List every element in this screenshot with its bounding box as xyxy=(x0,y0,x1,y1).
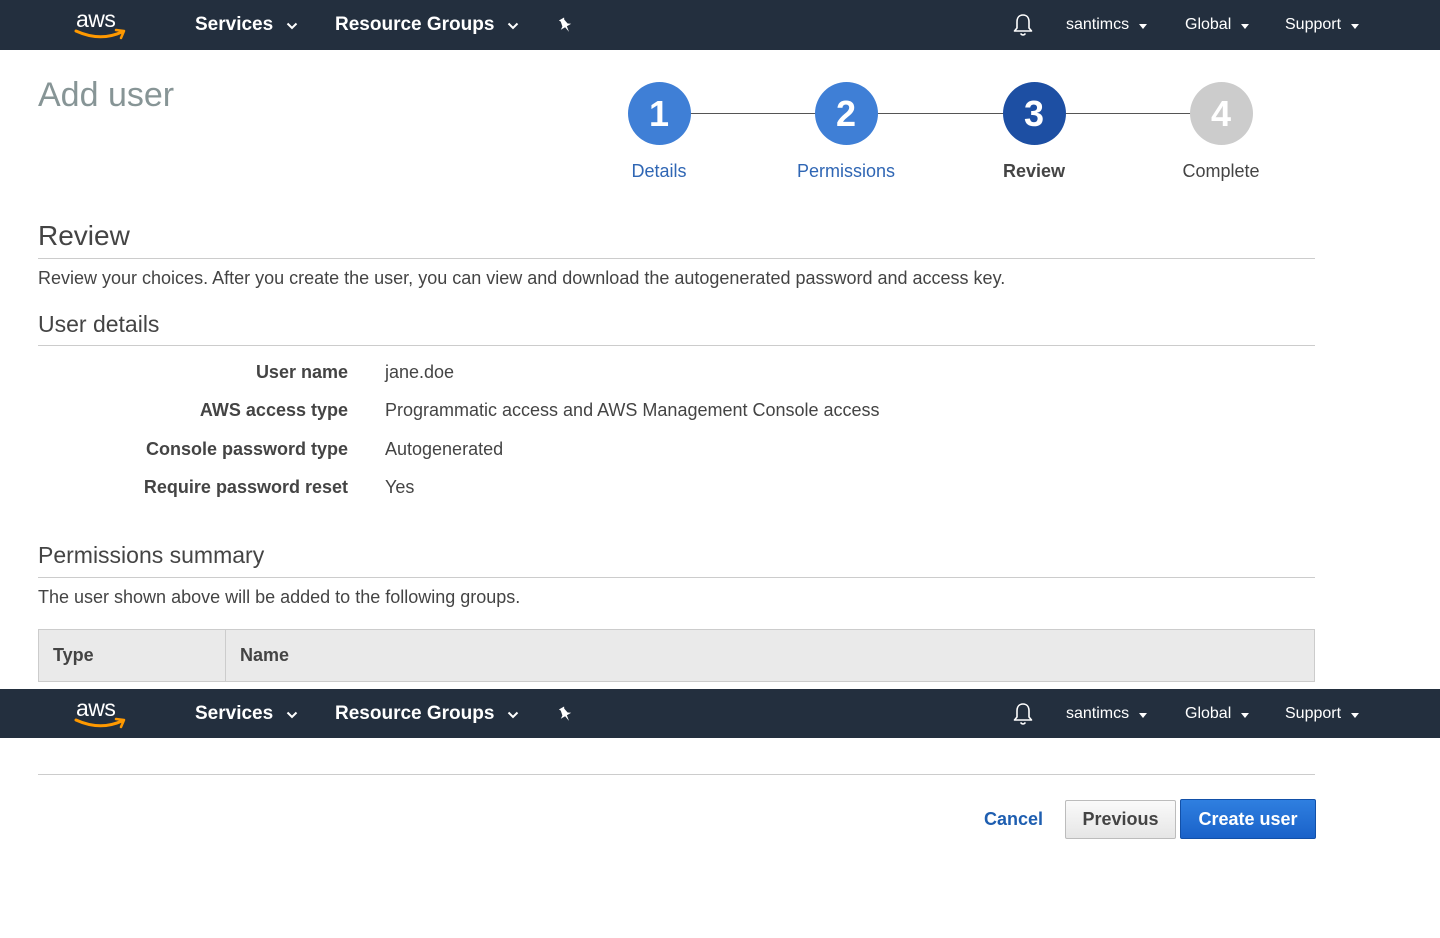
pin-button[interactable] xyxy=(556,689,574,739)
account-menu[interactable]: santimcs xyxy=(1066,689,1148,739)
detail-value: Yes xyxy=(385,477,415,497)
detail-value: Programmatic access and AWS Management C… xyxy=(385,400,880,420)
wizard-step-permissions[interactable]: 2 Permissions xyxy=(781,82,911,182)
wizard-step-details[interactable]: 1 Details xyxy=(594,82,724,182)
wizard-step-number: 2 xyxy=(814,82,878,145)
support-menu[interactable]: Support xyxy=(1285,0,1360,50)
chevron-down-icon xyxy=(286,711,298,719)
caret-down-icon xyxy=(1351,712,1360,718)
page-title: Add user xyxy=(38,76,175,114)
caret-down-icon xyxy=(1139,712,1148,718)
detail-row-password-reset: Require password reset Yes xyxy=(38,477,1315,501)
services-menu[interactable]: Services xyxy=(195,0,298,50)
detail-value: jane.doe xyxy=(385,362,455,382)
wizard-step-label: Complete xyxy=(1182,161,1260,181)
notifications-button[interactable] xyxy=(1012,689,1034,739)
region-menu[interactable]: Global xyxy=(1185,689,1250,739)
resource-groups-label: Resource Groups xyxy=(335,14,495,35)
permissions-summary-description: The user shown above will be added to th… xyxy=(38,587,521,607)
account-label: santimcs xyxy=(1066,16,1130,33)
account-label: santimcs xyxy=(1066,705,1130,722)
wizard-step-label: Details xyxy=(631,161,687,181)
aws-logo[interactable]: aws xyxy=(74,695,130,731)
region-label: Global xyxy=(1185,705,1232,722)
pushpin-icon xyxy=(558,706,572,721)
review-heading: Review xyxy=(38,220,1315,259)
notifications-button[interactable] xyxy=(1012,0,1034,50)
wizard-step-label: Review xyxy=(1002,161,1066,181)
chevron-down-icon xyxy=(508,711,519,719)
caret-down-icon xyxy=(1351,23,1360,29)
wizard-step-label: Permissions xyxy=(796,161,896,181)
wizard-progress: 1 Details 2 Permissions 3 Review 4 Compl… xyxy=(600,82,1290,192)
wizard-step-number: 3 xyxy=(1002,82,1066,145)
sticky-navbar: aws Services Resource Groups santimcs Gl… xyxy=(0,689,1440,738)
wizard-step-number: 1 xyxy=(627,82,691,145)
column-header-type[interactable]: Type xyxy=(39,630,226,681)
support-menu[interactable]: Support xyxy=(1285,689,1360,739)
wizard-step-review: 3 Review xyxy=(969,82,1099,182)
pushpin-icon xyxy=(558,17,572,32)
resource-groups-label: Resource Groups xyxy=(335,703,495,724)
resource-groups-menu[interactable]: Resource Groups xyxy=(335,689,519,739)
column-header-name[interactable]: Name xyxy=(227,630,289,681)
caret-down-icon xyxy=(1241,712,1250,718)
caret-down-icon xyxy=(1139,23,1148,29)
support-label: Support xyxy=(1285,705,1342,722)
aws-smile-icon xyxy=(74,28,126,40)
bell-icon xyxy=(1013,703,1033,725)
user-details-heading: User details xyxy=(38,311,1315,346)
top-navbar: aws Services Resource Groups santimcs Gl… xyxy=(0,0,1440,50)
support-label: Support xyxy=(1285,16,1342,33)
detail-label: User name xyxy=(255,362,348,382)
detail-value: Autogenerated xyxy=(385,439,504,459)
resource-groups-menu[interactable]: Resource Groups xyxy=(335,0,519,50)
account-menu[interactable]: santimcs xyxy=(1066,0,1148,50)
detail-row-password-type: Console password type Autogenerated xyxy=(38,439,1315,463)
groups-table-header: Type Name xyxy=(38,629,1315,682)
chevron-down-icon xyxy=(508,22,519,30)
chevron-down-icon xyxy=(286,22,298,30)
review-description: Review your choices. After you create th… xyxy=(38,268,1006,288)
detail-row-access-type: AWS access type Programmatic access and … xyxy=(38,400,1315,424)
detail-label: Require password reset xyxy=(143,477,348,497)
detail-label: Console password type xyxy=(145,439,348,459)
region-label: Global xyxy=(1185,16,1232,33)
detail-row-user-name: User name jane.doe xyxy=(38,362,1315,386)
previous-button[interactable]: Previous xyxy=(1065,800,1176,839)
bell-icon xyxy=(1013,14,1033,36)
aws-logo[interactable]: aws xyxy=(74,6,130,42)
services-label: Services xyxy=(195,703,274,724)
services-menu[interactable]: Services xyxy=(195,689,298,739)
pin-button[interactable] xyxy=(556,0,574,50)
aws-smile-icon xyxy=(74,717,126,729)
detail-label: AWS access type xyxy=(199,400,348,420)
cancel-button[interactable]: Cancel xyxy=(975,800,1052,838)
wizard-step-number: 4 xyxy=(1189,82,1253,145)
region-menu[interactable]: Global xyxy=(1185,0,1250,50)
services-label: Services xyxy=(195,14,274,35)
footer-divider xyxy=(38,774,1315,775)
create-user-button[interactable]: Create user xyxy=(1180,799,1316,839)
wizard-step-complete: 4 Complete xyxy=(1156,82,1286,182)
caret-down-icon xyxy=(1241,23,1250,29)
permissions-summary-heading: Permissions summary xyxy=(38,542,1315,578)
